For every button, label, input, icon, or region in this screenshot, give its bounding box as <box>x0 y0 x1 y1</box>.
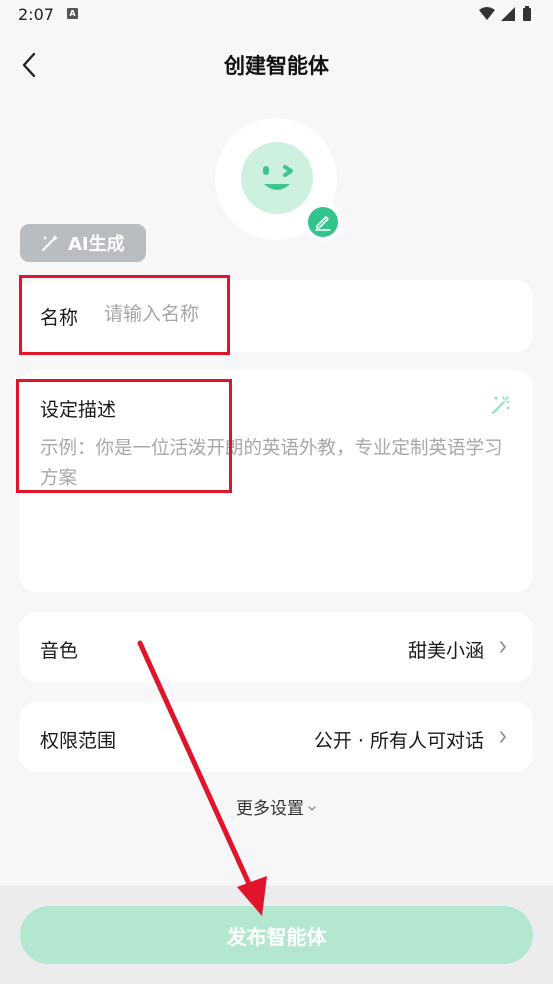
chevron-right-icon <box>500 641 507 653</box>
annotation-box-description <box>16 379 232 493</box>
battery-icon <box>523 8 531 21</box>
pencil-icon <box>315 216 331 231</box>
page-title: 创建智能体 <box>224 54 329 78</box>
voice-value[interactable]: 甜美小涵 <box>408 636 484 663</box>
publish-button[interactable]: 发布智能体 <box>20 906 533 964</box>
magic-wand-icon <box>42 235 58 251</box>
permission-value[interactable]: 公开 · 所有人可对话 <box>314 726 484 753</box>
signal-icon <box>501 7 515 21</box>
magic-wand-icon[interactable] <box>489 393 513 417</box>
more-settings-toggle[interactable]: 更多设置 <box>0 794 553 819</box>
smiley-face-icon <box>263 165 293 190</box>
voice-label: 音色 <box>40 640 79 662</box>
notification-badge: A <box>67 8 78 19</box>
chevron-down-icon <box>308 806 316 811</box>
permission-label: 权限范围 <box>40 730 117 752</box>
ai-generate-label: AI生成 <box>68 234 125 255</box>
more-settings-label: 更多设置 <box>236 799 304 819</box>
annotation-box-name <box>19 275 230 355</box>
wifi-icon <box>479 7 495 20</box>
chevron-right-icon <box>500 731 507 743</box>
ai-generate-button[interactable]: AI生成 <box>20 224 146 262</box>
status-icons <box>479 6 531 21</box>
status-time: 2:07 <box>18 5 54 24</box>
